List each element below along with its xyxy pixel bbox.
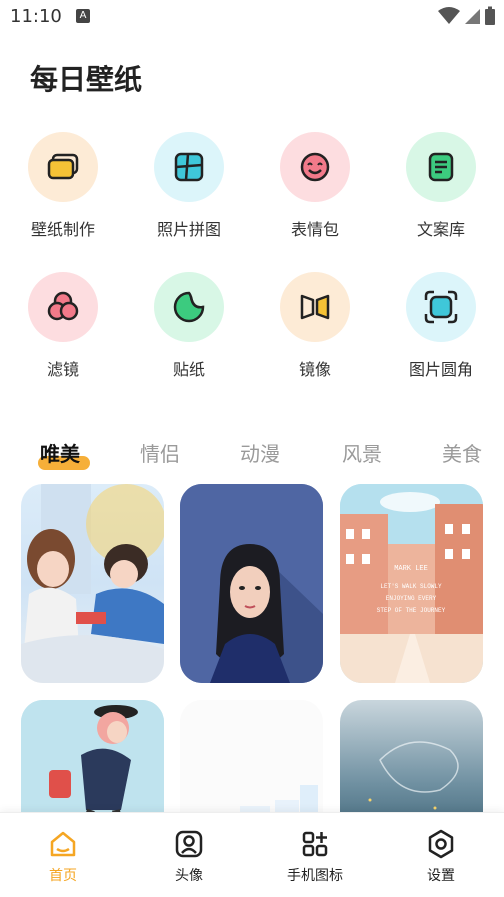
wallpaper-card[interactable]: [21, 484, 164, 683]
tab-couple[interactable]: 情侣: [140, 438, 180, 467]
nav-label: 设置: [427, 868, 455, 884]
tab-weimei[interactable]: 唯美: [40, 438, 80, 467]
avatar-icon: [175, 830, 203, 858]
tool-label: 文案库: [416, 220, 465, 239]
tool-label: 壁纸制作: [30, 220, 95, 239]
nav-label: 手机图标: [287, 868, 343, 884]
tool-label: 照片拼图: [156, 220, 221, 239]
wallpaper-text: ENJOYING EVERY: [386, 595, 437, 602]
wallpaper-card[interactable]: [180, 484, 323, 683]
status-time: 11:10: [10, 6, 62, 27]
notification-a-icon: A: [76, 9, 90, 23]
wallpaper-text: MARK LEE: [394, 565, 428, 573]
wifi-icon: [438, 7, 460, 24]
tool-label: 表情包: [290, 220, 339, 239]
tab-food[interactable]: 美食: [442, 438, 482, 467]
filter-icon: [28, 272, 98, 342]
nav-label: 首页: [49, 868, 77, 884]
tool-sticker[interactable]: 贴纸: [126, 272, 252, 380]
tool-rounded-corner[interactable]: 图片圆角: [378, 272, 504, 380]
signal-icon: [465, 9, 480, 24]
app-icons-icon: [302, 831, 328, 857]
wallpaper-couple-illustration: [21, 484, 164, 683]
nav-home[interactable]: 首页: [0, 813, 126, 897]
tool-label: 滤镜: [46, 360, 79, 379]
category-tabs: 唯美 情侣 动漫 风景 美食: [0, 438, 504, 474]
emoji-icon: [280, 132, 350, 202]
tool-wallpaper-make[interactable]: 壁纸制作: [0, 132, 126, 240]
wallpaper-street-illustration: MARK LEE LET'S WALK SLOWLY ENJOYING EVER…: [340, 484, 483, 683]
nav-settings[interactable]: 设置: [378, 813, 504, 897]
tool-filter[interactable]: 滤镜: [0, 272, 126, 380]
tab-anime[interactable]: 动漫: [240, 438, 280, 467]
tool-label: 贴纸: [172, 360, 205, 379]
tab-scenery[interactable]: 风景: [342, 438, 382, 467]
wallpaper-text: LET'S WALK SLOWLY: [380, 583, 442, 590]
wallpaper-text: STEP OF THE JOURNEY: [377, 607, 446, 614]
bottom-navigation: 首页 头像 手机图标 设置: [0, 812, 504, 897]
page-title: 每日壁纸: [30, 63, 143, 96]
wallpaper-card[interactable]: MARK LEE LET'S WALK SLOWLY ENJOYING EVER…: [340, 484, 483, 683]
nav-avatar[interactable]: 头像: [126, 813, 252, 897]
tool-text-library[interactable]: 文案库: [378, 132, 504, 240]
wallpaper-make-icon: [28, 132, 98, 202]
tool-label: 图片圆角: [408, 360, 473, 379]
tool-mirror[interactable]: 镜像: [252, 272, 378, 380]
tool-collage[interactable]: 照片拼图: [126, 132, 252, 240]
tool-label: 镜像: [298, 360, 331, 379]
collage-icon: [154, 132, 224, 202]
sticker-icon: [154, 272, 224, 342]
text-library-icon: [406, 132, 476, 202]
tool-emoji[interactable]: 表情包: [252, 132, 378, 240]
settings-icon: [428, 829, 454, 859]
nav-label: 头像: [175, 868, 203, 884]
battery-icon: [485, 6, 495, 25]
wallpaper-girl-illustration: [180, 484, 323, 683]
status-icons: [438, 6, 496, 26]
nav-app-icons[interactable]: 手机图标: [252, 813, 378, 897]
mirror-icon: [280, 272, 350, 342]
status-bar: 11:10 A: [0, 0, 504, 34]
rounded-corner-icon: [406, 272, 476, 342]
home-icon: [50, 831, 76, 857]
